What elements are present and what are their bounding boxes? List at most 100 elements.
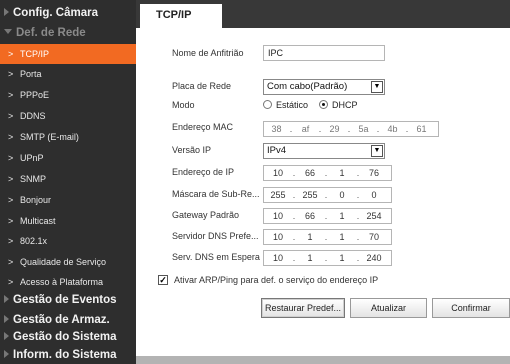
ip-octet[interactable]: 76 (360, 166, 388, 180)
gateway-field[interactable]: 10. 66. 1. 254 (263, 208, 392, 224)
sidebar-item-smtp[interactable]: > SMTP (E-mail) (0, 127, 136, 147)
tab-bar: TCP/IP (136, 0, 510, 28)
mac-field: 38. af. 29. 5a. 4b. 61 (263, 121, 439, 137)
chevron-right-icon (4, 8, 9, 16)
sidebar-item-pppoe[interactable]: > PPPoE (0, 85, 136, 105)
sidebar-section-info[interactable]: Inform. do Sistema (0, 345, 136, 364)
nic-select[interactable]: Com cabo(Padrão) ▼ (263, 79, 385, 95)
sidebar-item-tcpip[interactable]: > TCP/IP (0, 44, 136, 64)
sidebar-section-label: Gestão de Eventos (13, 294, 117, 306)
dns-secondary-field[interactable]: 10. 1. 1. 240 (263, 250, 392, 266)
chevron-right-icon: > (8, 111, 14, 121)
ip-version-value: IPv4 (267, 145, 287, 156)
sidebar-item-bonjour[interactable]: > Bonjour (0, 190, 136, 210)
gateway-octet[interactable]: 10 (264, 209, 292, 223)
dns-primary-octet[interactable]: 1 (328, 230, 356, 244)
gateway-octet[interactable]: 254 (360, 209, 388, 223)
sidebar-item-multicast[interactable]: > Multicast (0, 211, 136, 231)
radio-dhcp[interactable] (319, 100, 329, 109)
sidebar-item-snmp[interactable]: > SNMP (0, 169, 136, 189)
hostname-label: Nome de Anfitrião (172, 48, 244, 58)
mask-octet[interactable]: 0 (360, 188, 388, 202)
hostname-input[interactable]: IPC (263, 45, 385, 61)
dns-primary-octet[interactable]: 10 (264, 230, 292, 244)
sidebar-item-label: SNMP (20, 174, 47, 184)
sidebar-item-qos[interactable]: > Qualidade de Serviço (0, 252, 136, 272)
chevron-right-icon: > (8, 277, 14, 287)
sidebar-item-label: 802.1x (20, 236, 48, 246)
sidebar-section-network[interactable]: Def. de Rede (0, 23, 136, 43)
mac-octet: 4b (387, 124, 398, 134)
refresh-button[interactable]: Atualizar (350, 298, 427, 318)
mode-label: Modo (172, 100, 195, 110)
mac-octet: af (301, 124, 310, 134)
mac-octet: 5a (358, 124, 369, 134)
sidebar-item-label: TCP/IP (20, 49, 50, 59)
mode-radio-group: Estático DHCP (263, 100, 358, 110)
arp-label: Ativar ARP/Ping para def. o serviço do e… (174, 275, 379, 285)
restore-defaults-button[interactable]: Restaurar Predef... (261, 298, 345, 318)
chevron-right-icon: > (8, 174, 14, 184)
dns-secondary-octet[interactable]: 10 (264, 251, 292, 265)
ip-address-field[interactable]: 10. 66. 1. 76 (263, 165, 392, 181)
sidebar-item-upnp[interactable]: > UPnP (0, 148, 136, 168)
sidebar-item-label: Qualidade de Serviço (20, 257, 107, 267)
subnet-mask-field[interactable]: 255. 255. 0. 0 (263, 187, 392, 203)
tab-tcpip[interactable]: TCP/IP (140, 4, 222, 28)
sidebar-item-ddns[interactable]: > DDNS (0, 106, 136, 126)
chevron-right-icon: > (8, 49, 14, 59)
chevron-right-icon (4, 315, 9, 323)
sidebar-item-label: DDNS (20, 111, 46, 121)
sidebar-section-camera[interactable]: Config. Câmara (0, 3, 136, 23)
chevron-right-icon: > (8, 236, 14, 246)
mode-dhcp-label: DHCP (332, 100, 358, 110)
sidebar-section-label: Gestão do Sistema (13, 331, 117, 343)
mask-octet[interactable]: 255 (296, 188, 324, 202)
radio-static[interactable] (263, 100, 272, 109)
ip-octet[interactable]: 66 (296, 166, 324, 180)
gateway-octet[interactable]: 66 (296, 209, 324, 223)
sidebar-item-8021x[interactable]: >802.1x (0, 231, 136, 251)
mask-octet[interactable]: 255 (264, 188, 292, 202)
dns-primary-octet[interactable]: 1 (296, 230, 324, 244)
chevron-right-icon (4, 350, 9, 358)
mac-octet: 61 (416, 124, 427, 134)
mode-static-option[interactable]: Estático (263, 100, 308, 110)
sidebar-section-system[interactable]: Gestão do Sistema (0, 327, 136, 347)
ip-octet[interactable]: 10 (264, 166, 292, 180)
chevron-right-icon: > (8, 257, 14, 267)
mask-octet[interactable]: 0 (328, 188, 356, 202)
ip-octet[interactable]: 1 (328, 166, 356, 180)
chevron-right-icon: > (8, 153, 14, 163)
confirm-button[interactable]: Confirmar (432, 298, 510, 318)
mac-octet: 38 (271, 124, 282, 134)
gateway-octet[interactable]: 1 (328, 209, 356, 223)
chevron-right-icon: > (8, 132, 14, 142)
ip-version-select[interactable]: IPv4 ▼ (263, 143, 385, 159)
mac-label: Endereço MAC (172, 122, 234, 132)
mode-dhcp-option[interactable]: DHCP (319, 100, 358, 110)
dns-primary-field[interactable]: 10. 1. 1. 70 (263, 229, 392, 245)
chevron-right-icon (4, 332, 9, 340)
arp-checkbox[interactable]: ✓ (158, 275, 168, 285)
dns-secondary-octet[interactable]: 240 (360, 251, 388, 265)
chevron-down-icon: ▼ (371, 145, 383, 157)
dns-primary-label: Servidor DNS Prefe... (172, 231, 259, 241)
sidebar-section-label: Gestão de Armaz. (13, 314, 110, 326)
chevron-down-icon (4, 29, 12, 34)
sidebar-section-events[interactable]: Gestão de Eventos (0, 290, 136, 310)
sidebar: Config. Câmara Def. de Rede > TCP/IP > Por… (0, 0, 136, 364)
dns-primary-octet[interactable]: 70 (360, 230, 388, 244)
sidebar-item-platform-access[interactable]: > Acesso à Plataforma (0, 272, 136, 292)
dns-secondary-octet[interactable]: 1 (328, 251, 356, 265)
sidebar-section-label: Inform. do Sistema (13, 349, 117, 361)
sidebar-section-label: Def. de Rede (16, 27, 86, 39)
dns-secondary-octet[interactable]: 1 (296, 251, 324, 265)
sidebar-item-label: Bonjour (20, 195, 52, 205)
sidebar-item-label: PPPoE (20, 90, 50, 100)
settings-panel: TCP/IP Nome de Anfitrião IPC Placa de Re… (136, 0, 510, 356)
sidebar-item-porta[interactable]: > Porta (0, 64, 136, 84)
subnet-mask-label: Máscara de Sub-Re... (172, 189, 260, 199)
mode-static-label: Estático (276, 100, 309, 110)
chevron-right-icon: > (8, 69, 14, 79)
